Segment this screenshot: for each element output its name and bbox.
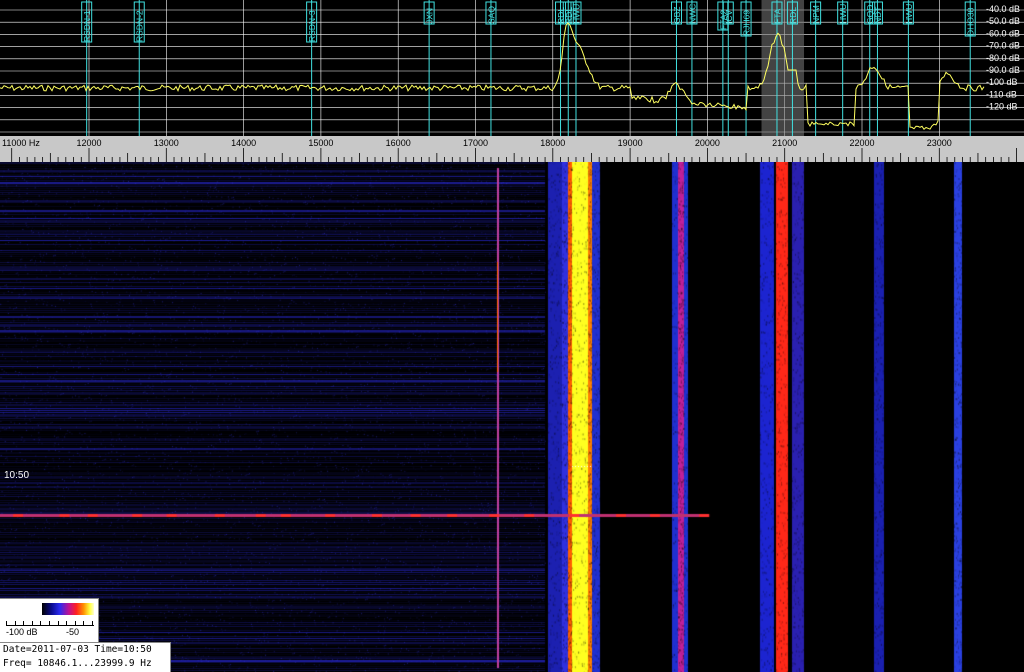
ruler-svg: 11000 Hz 12000 13000 14000 15000 16000 17000 18… [2, 138, 1017, 162]
colorbar-tick [66, 621, 68, 625]
svg-text:RDL: RDL [788, 7, 798, 24]
colorbar-tick [6, 621, 7, 625]
svg-text:FTA2: FTA2 [718, 10, 728, 30]
colorbar-tick [57, 621, 59, 625]
spectrum-trace [0, 22, 985, 131]
station-marker-label[interactable]: NPM [810, 1, 822, 25]
waterfall-time-marker: 10:50 [4, 470, 30, 481]
ruler-tick-label: 22000 [849, 138, 874, 148]
svg-text:SAQ: SAQ [486, 6, 496, 24]
db-scale-label: -80.0 dB [986, 53, 1020, 63]
svg-text:DHO38: DHO38 [966, 7, 976, 36]
ruler-tick-label: 16000 [386, 138, 411, 148]
colorbar-tick [40, 621, 42, 625]
svg-text:GBZ: GBZ [672, 7, 682, 24]
db-scale-label: -90.0 dB [986, 65, 1020, 75]
ruler-tick-label: 13000 [154, 138, 179, 148]
colorbar-legend: -100 dB -50 [0, 598, 99, 643]
svg-text:RSDN-1: RSDN-1 [82, 10, 92, 42]
svg-text:NPM: NPM [811, 5, 821, 24]
waterfall-canvas [0, 162, 1024, 672]
db-scale-label: -70.0 dB [986, 41, 1020, 51]
spectrum-lab-window: -40.0 dB -50.0 dB -60.0 dB -70.0 dB -80.0 dB… [0, 0, 1024, 672]
svg-text:HWU: HWU [904, 4, 914, 24]
svg-text:NWC: NWC [687, 4, 697, 24]
status-box: Date=2011-07-03 Time=10:50 Freq= 10846.1… [0, 642, 171, 672]
colorbar-max-label: -50 [66, 627, 80, 637]
svg-text:RJH69: RJH69 [742, 10, 752, 36]
svg-text:HWU: HWU [838, 4, 848, 24]
ruler-start-label: 11000 Hz [2, 138, 40, 148]
colorbar-min-label: -100 dB [6, 627, 38, 637]
db-scale-label: -50.0 dB [986, 16, 1020, 26]
colorbar-gradient [42, 603, 94, 615]
ruler-tick-label: 18000 [540, 138, 565, 148]
ruler-tick-label: 12000 [76, 138, 101, 148]
ruler-tick-label: 17000 [463, 138, 488, 148]
svg-text:JXN: JXN [425, 8, 435, 24]
station-marker-label[interactable]: HWU [902, 1, 914, 25]
frequency-ruler[interactable]: 11000 Hz 12000 13000 14000 15000 16000 17000 18… [0, 136, 1024, 162]
waterfall-display[interactable]: 10:50 [0, 162, 1024, 672]
db-scale-label: -60.0 dB [986, 28, 1020, 38]
colorbar-tick [31, 621, 33, 625]
colorbar-tick [49, 621, 50, 625]
station-marker-label[interactable]: HWU [570, 1, 582, 25]
svg-text:NDT: NDT [873, 7, 883, 24]
ruler-tick-label: 15000 [308, 138, 333, 148]
db-scale-label: -40.0 dB [986, 4, 1020, 14]
db-scale-label: -120 dB [986, 102, 1018, 112]
svg-text:FTA: FTA [772, 8, 782, 24]
colorbar-ticks [6, 617, 94, 626]
colorbar-tick [14, 621, 16, 625]
spectrum-plot[interactable]: -40.0 dB -50.0 dB -60.0 dB -70.0 dB -80.0 dB… [0, 0, 1024, 136]
status-date-time: Date=2011-07-03 Time=10:50 [3, 644, 152, 655]
svg-text:RSDN-3: RSDN-3 [307, 10, 317, 42]
colorbar-tick [83, 621, 85, 625]
colorbar-tick [23, 621, 25, 625]
ruler-tick-label: 20000 [695, 138, 720, 148]
svg-text:HWU: HWU [571, 4, 581, 24]
db-scale-label: -100 dB [986, 77, 1018, 87]
status-frequency-range: Freq= 10846.1...23999.9 Hz [3, 658, 152, 669]
ruler-tick-label: 21000 [772, 138, 797, 148]
ruler-tick-label: 14000 [231, 138, 256, 148]
db-scale-label: -110 dB [986, 89, 1017, 99]
station-marker-label[interactable]: HWU [837, 1, 849, 25]
ruler-tick-label: 19000 [618, 138, 643, 148]
station-marker-label[interactable]: NWC [686, 1, 698, 25]
colorbar-tick [92, 621, 93, 625]
colorbar-tick [74, 621, 76, 625]
spectrum-svg: -40.0 dB -50.0 dB -60.0 dB -70.0 dB -80.0 dB… [0, 0, 1024, 136]
svg-text:RSDN-2: RSDN-2 [135, 10, 145, 42]
ruler-tick-label: 23000 [927, 138, 952, 148]
